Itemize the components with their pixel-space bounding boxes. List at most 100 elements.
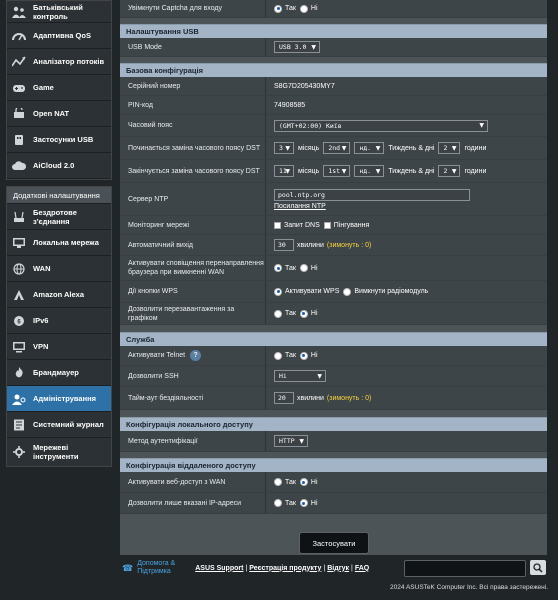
sidebar-item-game[interactable]: Game [7,75,111,101]
wps-label: Дії кнопки WPS [120,281,266,302]
ntp-server-input[interactable]: pool.ntp.org [274,188,470,201]
ipv6-icon: 6 [11,314,27,328]
minutes-word: хвилини [297,241,324,249]
search-icon [533,562,543,573]
telnet-no-radio[interactable] [299,351,308,360]
select-value: (GMT+02:00) Київ [279,121,342,130]
sidebar-item-firewall[interactable]: Брандмауер [7,360,111,386]
usb-icon [11,133,27,147]
ping-checkbox[interactable] [323,221,331,229]
reboot-yes-radio[interactable] [274,309,282,318]
wan-web-no-radio[interactable] [299,478,308,486]
redirect-yes-radio[interactable] [274,264,282,272]
default-note: (зимонуть : 0) [326,241,372,249]
radio-label: Так [285,478,296,486]
sidebar-item-vpn[interactable]: VPN [7,334,111,360]
sidebar-item-usb-apps[interactable]: Застосунки USB [7,127,111,153]
radio-label: Ні [310,264,318,272]
search-button[interactable] [530,560,546,575]
sidebar-item-traffic-analyzer[interactable]: Аналізатор потоків [7,49,111,75]
local-access-section-title: Конфігурація локального доступу [120,417,547,431]
ntp-link[interactable]: Посилання NTP [274,203,326,210]
wps-radio-off-radio[interactable] [343,287,352,296]
auto-logout-input[interactable]: 30 [274,239,294,251]
radio-label: Так [285,352,296,359]
dst-start-hour-select[interactable]: 2 ▼ [438,142,461,154]
select-value: 1st [328,167,341,175]
dst-end-hour-select[interactable]: 2 ▼ [438,165,461,177]
month-word: місяць [298,167,320,175]
default-note: (зимонуть : 0) [326,394,372,402]
sidebar-item-wan[interactable]: WAN [7,256,111,282]
week-day-word: Тиждень & дні [388,144,435,152]
allowed-ip-no-radio[interactable] [299,499,308,507]
reboot-no-radio[interactable] [299,309,308,318]
sidebar-item-label: Аналізатор потоків [33,57,105,66]
captcha-no-radio[interactable] [299,4,308,13]
sidebar-item-open-nat[interactable]: Open NAT [7,101,111,127]
telnet-yes-radio[interactable] [274,351,282,360]
ntp-row: Сервер NTP pool.ntp.org Посилання NTP [120,183,547,216]
wan-web-yes-radio[interactable] [274,478,282,486]
sidebar-item-alexa[interactable]: Amazon Alexa [7,282,111,308]
select-value: USB 3.0 [279,43,307,51]
help-icon[interactable]: ? [190,350,202,361]
product-registration-link[interactable]: Реєстрація продукту [249,565,321,572]
chevron-down-icon: ▼ [317,372,322,380]
sidebar-item-parental-control[interactable]: Батьківський контроль [7,1,111,23]
captcha-yes-radio[interactable] [274,4,282,13]
hours-word: години [464,144,487,152]
auth-method-select[interactable]: HTTP ▼ [274,435,308,447]
sidebar-item-ipv6[interactable]: 6 IPv6 [7,308,111,334]
sidebar-item-aicloud[interactable]: AiCloud 2.0 [7,153,111,179]
separator: | [245,564,248,572]
timezone-select[interactable]: (GMT+02:00) Київ ▼ [274,119,488,132]
select-value: HTTP [279,437,295,445]
alexa-icon [11,288,27,302]
dst-end-month-select[interactable]: 11 ▼ [274,165,294,177]
auto-logout-row: Автоматичний вихід 30 хвилини (зимонуть … [120,235,547,256]
wps-enable-radio[interactable] [274,287,282,296]
sidebar-item-lan[interactable]: Локальна мережа [7,230,111,256]
chevron-down-icon: ▼ [375,144,381,152]
dst-start-week-select[interactable]: 2nd ▼ [323,142,351,154]
idle-timeout-label: Тайм-аут бездіяльності [120,387,266,409]
apply-button[interactable]: Застосувати [299,532,369,554]
dst-start-month-select[interactable]: 3 ▼ [274,142,294,154]
dst-start-day-select[interactable]: нд. ▼ [354,142,385,154]
idle-timeout-input[interactable]: 20 [274,392,294,404]
faq-link[interactable]: FAQ [355,565,369,572]
pin-row: PIN-код 74908585 [120,96,547,115]
chevron-down-icon: ▼ [341,167,347,175]
timezone-label: Часовий пояс [120,115,266,136]
allowed-ip-yes-radio[interactable] [274,499,282,507]
footer-search-input[interactable] [404,560,526,577]
dns-query-checkbox[interactable] [274,221,281,229]
asus-support-link[interactable]: ASUS Support [195,565,243,572]
minutes-word: хвилини [297,394,324,402]
usb-mode-select[interactable]: USB 3.0 ▼ [274,41,320,53]
feedback-link[interactable]: Відгук [327,565,349,572]
radio-label: Так [285,499,296,507]
help-support-link[interactable]: Допомога & Підтримка [137,560,183,576]
game-icon [11,81,27,95]
auth-method-row: Метод аутентифікації HTTP ▼ [120,431,547,452]
hours-word: години [464,167,487,175]
chevron-down-icon: ▼ [375,167,381,175]
sidebar-item-network-tools[interactable]: Мережеві інструменти [7,438,111,466]
captcha-row: Увімкнути Captcha для входу Так Ні [120,0,547,18]
auth-method-label: Метод аутентифікації [120,431,266,451]
dst-end-week-select[interactable]: 1st ▼ [323,165,351,177]
sidebar-item-qos[interactable]: Адаптивна QoS [7,23,111,49]
sidebar-item-system-log[interactable]: Системний журнал [7,412,111,438]
redirect-no-radio[interactable] [299,264,308,272]
ssh-label: Дозволити SSH [120,366,266,386]
dst-end-day-select[interactable]: нд. ▼ [354,165,385,177]
sidebar-item-wireless[interactable]: Бездротове з'єднання [7,204,111,230]
sidebar-item-administration[interactable]: Адміністрування [7,386,111,412]
redirect-label: Активувати сповіщення перенаправлення бр… [120,256,266,280]
ssh-select[interactable]: Ні ▼ [274,370,326,382]
sidebar: Батьківський контроль Адаптивна QoS Анал… [6,0,112,473]
ssh-row: Дозволити SSH Ні ▼ [120,366,547,387]
select-value: Ні [279,372,287,380]
